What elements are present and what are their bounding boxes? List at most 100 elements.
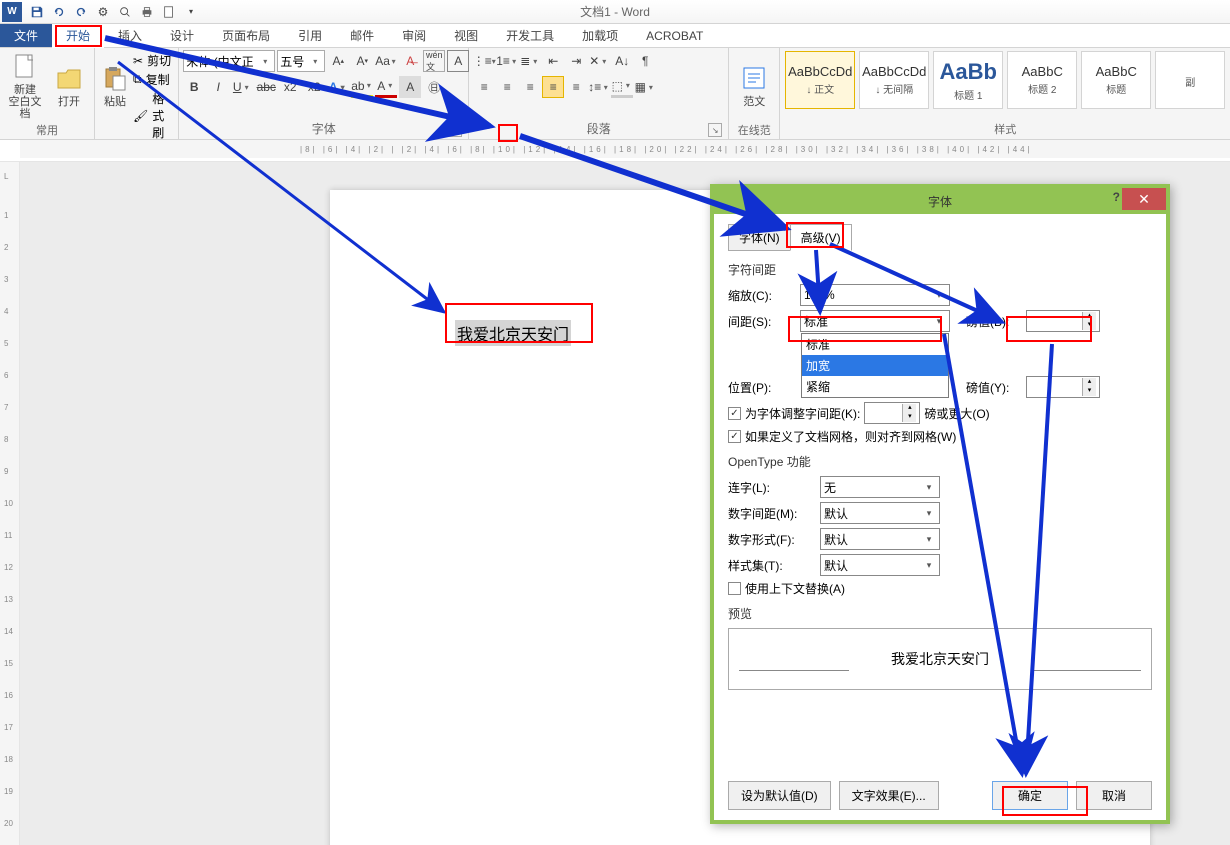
shrink-font-icon[interactable]: A▾ [351,50,373,72]
increase-indent-icon[interactable]: ⇥ [565,50,587,72]
qat-more-icon[interactable]: ⚙ [92,2,114,22]
text-effects-icon[interactable]: A▾ [327,76,349,98]
align-right-icon[interactable]: ≡ [519,76,541,98]
strike-icon[interactable]: abc [255,76,277,98]
style-item-0[interactable]: AaBbCcDd↓ 正文 [785,51,855,109]
section-char-spacing: 字符间距 [728,261,1152,278]
horizontal-ruler[interactable]: |8| |6| |4| |2| | |2| |4| |6| |8| |10| |… [0,140,1230,162]
print-icon[interactable] [136,2,158,22]
asian-layout-icon[interactable]: ✕▾ [588,50,610,72]
show-marks-icon[interactable]: ¶ [634,50,656,72]
set-default-button[interactable]: 设为默认值(D) [728,781,831,810]
fanwen-button[interactable]: 范文 [733,50,775,120]
spacing-opt-condensed[interactable]: 紧缩 [802,376,948,397]
highlight-icon[interactable]: ab▾ [351,76,373,98]
bullets-icon[interactable]: ⋮≡▾ [473,50,495,72]
grow-font-icon[interactable]: A▴ [327,50,349,72]
tab-mailings[interactable]: 邮件 [336,24,388,47]
scissors-icon: ✂ [133,54,143,68]
shading-icon[interactable]: ⬚▾ [611,76,633,98]
scale-combo[interactable]: 100%▾ [800,284,950,306]
numbering-icon[interactable]: 1≡▾ [496,50,518,72]
cancel-button[interactable]: 取消 [1076,781,1152,810]
points-b-input[interactable]: ▴▾ [1026,310,1100,332]
align-left-icon[interactable]: ≡ [473,76,495,98]
bold-icon[interactable]: B [183,76,205,98]
font-launcher[interactable]: ↘ [448,123,462,137]
distribute-icon[interactable]: ≡ [565,76,587,98]
tab-file[interactable]: 文件 [0,24,52,47]
undo-icon[interactable] [48,2,70,22]
tab-references[interactable]: 引用 [284,24,336,47]
copy-button[interactable]: ⧉复制 [133,71,174,88]
font-name-combo[interactable]: 宋体 (中文正▾ [183,50,275,72]
text-effects-button[interactable]: 文字效果(E)... [839,781,939,810]
multilevel-icon[interactable]: ≣▾ [519,50,541,72]
points-y-input[interactable]: ▴▾ [1026,376,1100,398]
snap-grid-checkbox[interactable]: ✓如果定义了文档网格，则对齐到网格(W) [728,428,1152,445]
line-spacing-icon[interactable]: ↕≡▾ [588,76,610,98]
group-clipboard: 粘贴 ✂剪切 ⧉复制 🖌格式刷 剪贴板↘ [95,48,179,139]
enclose-char-icon[interactable]: ㊐ [423,76,445,98]
tab-layout[interactable]: 页面布局 [208,24,284,47]
style-item-5[interactable]: 副 [1155,51,1225,109]
ligatures-combo[interactable]: 无▾ [820,476,940,498]
spacing-opt-normal[interactable]: 标准 [802,334,948,355]
dialog-tab-advanced[interactable]: 高级(V) [790,224,852,251]
print-preview-icon[interactable] [114,2,136,22]
qat-customize-icon[interactable]: ▾ [180,2,202,22]
tab-acrobat[interactable]: ACROBAT [632,24,717,47]
tab-home[interactable]: 开始 [52,24,104,47]
underline-icon[interactable]: U▾ [231,76,253,98]
change-case-icon[interactable]: Aa▾ [375,50,397,72]
style-item-3[interactable]: AaBbC标题 2 [1007,51,1077,109]
italic-icon[interactable]: I [207,76,229,98]
tab-review[interactable]: 审阅 [388,24,440,47]
align-center-icon[interactable]: ≡ [496,76,518,98]
styleset-combo[interactable]: 默认▾ [820,554,940,576]
tab-developer[interactable]: 开发工具 [492,24,568,47]
spacing-combo[interactable]: 标准▾ 标准 加宽 紧缩 [800,310,950,332]
borders-icon[interactable]: ▦▾ [634,76,656,98]
tab-addins[interactable]: 加载项 [568,24,632,47]
char-border-icon[interactable]: A [447,50,469,72]
spacing-opt-expanded[interactable]: 加宽 [802,355,948,376]
tab-design[interactable]: 设计 [156,24,208,47]
style-item-2[interactable]: AaBb标题 1 [933,51,1003,109]
help-icon[interactable]: ? [1113,190,1120,204]
num-spacing-combo[interactable]: 默认▾ [820,502,940,524]
save-icon[interactable] [26,2,48,22]
superscript-icon[interactable]: x2 [303,76,325,98]
subscript-icon[interactable]: x2 [279,76,301,98]
paste-button[interactable]: 粘贴 [99,50,131,120]
sort-icon[interactable]: A↓ [611,50,633,72]
style-item-4[interactable]: AaBbC标题 [1081,51,1151,109]
num-form-combo[interactable]: 默认▾ [820,528,940,550]
new-blank-button[interactable]: 新建 空白文档 [4,50,46,120]
style-item-1[interactable]: AaBbCcDd↓ 无间隔 [859,51,929,109]
font-color-icon[interactable]: A▾ [375,76,397,98]
tab-view[interactable]: 视图 [440,24,492,47]
justify-icon[interactable]: ≡ [542,76,564,98]
clear-format-icon[interactable]: A̶ [399,50,421,72]
format-painter-button[interactable]: 🖌格式刷 [133,90,174,141]
dialog-tab-font[interactable]: 字体(N) [728,224,791,251]
char-shading-icon[interactable]: A [399,76,421,98]
redo-icon[interactable] [70,2,92,22]
quick-access-toolbar: W ⚙ ▾ 文档1 - Word [0,0,1230,24]
tab-insert[interactable]: 插入 [104,24,156,47]
contextual-alt-checkbox[interactable]: 使用上下文替换(A) [728,580,1152,597]
decrease-indent-icon[interactable]: ⇤ [542,50,564,72]
new-doc-icon[interactable] [158,2,180,22]
font-dialog: 字体 ? ✕ 字体(N) 高级(V) 字符间距 缩放(C): 100%▾ 间距(… [710,184,1170,824]
font-size-combo[interactable]: 五号▾ [277,50,325,72]
paragraph-launcher[interactable]: ↘ [708,123,722,137]
dialog-title-bar[interactable]: 字体 ? ✕ [714,188,1166,214]
cut-button[interactable]: ✂剪切 [133,52,174,69]
open-button[interactable]: 打开 [48,50,90,120]
phonetic-guide-icon[interactable]: wén文 [423,50,445,72]
selected-text[interactable]: 我爱北京天安门 [455,320,571,346]
close-icon[interactable]: ✕ [1122,188,1166,210]
ok-button[interactable]: 确定 [992,781,1068,810]
kerning-checkbox[interactable]: ✓为字体调整字间距(K): ▴▾ 磅或更大(O) [728,402,1152,424]
